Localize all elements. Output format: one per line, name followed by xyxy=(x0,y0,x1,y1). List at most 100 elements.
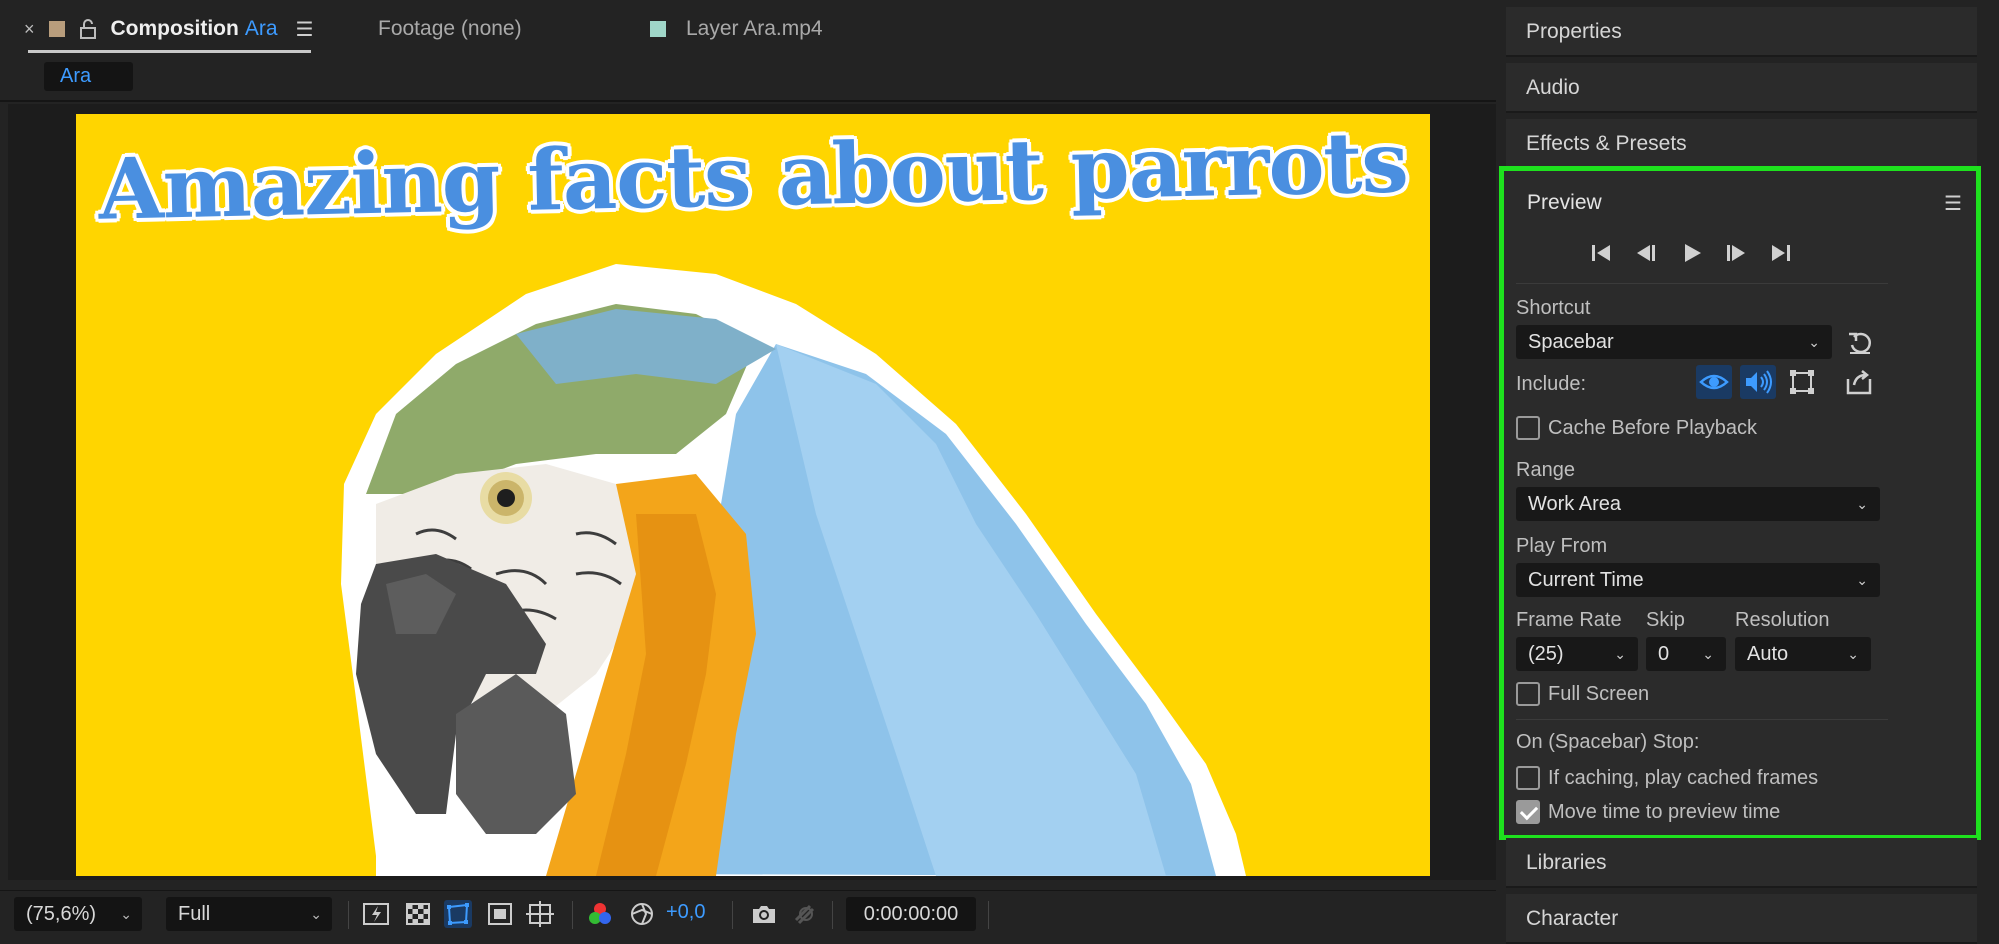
cache-before-playback-checkbox[interactable] xyxy=(1516,416,1540,440)
section-divider xyxy=(1516,283,1888,284)
resolution-dropdown[interactable]: Auto ⌄ xyxy=(1735,637,1871,671)
viewer-toolbar: (75,6%) ⌄ Full ⌄ +0,0 0:00:00:00 xyxy=(0,890,1496,938)
skip-value: 0 xyxy=(1658,643,1670,665)
tab-composition[interactable]: × Composition Ara ☰ xyxy=(24,14,313,44)
chevron-down-icon: ⌄ xyxy=(1808,334,1820,350)
full-screen-label: Full Screen xyxy=(1548,682,1650,705)
move-time-checkbox[interactable] xyxy=(1516,800,1540,824)
footage-tab-label: Footage (none) xyxy=(378,17,522,40)
skip-label: Skip xyxy=(1646,609,1685,631)
include-label: Include: xyxy=(1516,373,1587,395)
parrot-image xyxy=(341,264,1246,876)
toolbar-divider xyxy=(988,901,989,929)
channel-rgb-icon[interactable] xyxy=(586,900,614,928)
composition-tab-title: Composition xyxy=(110,17,239,40)
range-dropdown[interactable]: Work Area ⌄ xyxy=(1516,487,1880,521)
panel-header-properties[interactable]: Properties xyxy=(1506,7,1977,57)
first-frame-icon[interactable] xyxy=(1589,241,1613,265)
if-caching-row[interactable]: If caching, play cached frames xyxy=(1516,765,1818,791)
layer-color-label-icon xyxy=(650,21,666,37)
play-from-value: Current Time xyxy=(1528,569,1644,591)
toolbar-divider xyxy=(832,901,833,929)
include-video-toggle[interactable] xyxy=(1696,365,1732,399)
next-frame-icon[interactable] xyxy=(1724,241,1748,265)
chevron-down-icon: ⌄ xyxy=(1856,496,1868,512)
cache-before-playback-row[interactable]: Cache Before Playback xyxy=(1516,415,1757,441)
panel-header-effects-presets[interactable]: Effects & Presets xyxy=(1506,119,1977,169)
overlays-icon xyxy=(1790,370,1814,394)
chevron-down-icon: ⌄ xyxy=(1847,646,1859,662)
play-from-label: Play From xyxy=(1516,535,1608,557)
preview-panel-title[interactable]: Preview xyxy=(1527,191,1602,215)
skip-dropdown[interactable]: 0 ⌄ xyxy=(1646,637,1726,671)
section-divider xyxy=(1516,719,1888,720)
magnification-dropdown[interactable]: (75,6%) ⌄ xyxy=(14,897,142,931)
composition-tab-name: Ara xyxy=(244,17,278,40)
chevron-down-icon: ⌄ xyxy=(1614,646,1626,662)
composition-frame: Amazing facts about parrots xyxy=(76,114,1430,876)
composition-color-label-icon xyxy=(48,21,65,37)
preview-panel: Preview ☰ Shortcut Spacebar ⌄ Include: C… xyxy=(1499,166,1981,840)
include-audio-toggle[interactable] xyxy=(1740,365,1776,399)
chevron-down-icon: ⌄ xyxy=(310,906,322,922)
toolbar-divider xyxy=(732,901,733,929)
if-caching-checkbox[interactable] xyxy=(1516,766,1540,790)
speaker-icon xyxy=(1746,370,1772,394)
shortcut-value: Spacebar xyxy=(1528,331,1614,353)
breadcrumb-bar: Ara xyxy=(0,56,1496,102)
range-label: Range xyxy=(1516,459,1575,481)
close-tab-icon[interactable]: × xyxy=(24,19,35,40)
tab-footage[interactable]: Footage (none) xyxy=(378,14,522,44)
resolution-dropdown[interactable]: Full ⌄ xyxy=(166,897,332,931)
full-screen-row[interactable]: Full Screen xyxy=(1516,681,1649,707)
include-overlays-toggle[interactable] xyxy=(1784,365,1820,399)
fast-previews-icon[interactable] xyxy=(362,900,390,928)
toolbar-divider xyxy=(348,901,349,929)
resolution-value: Full xyxy=(178,903,211,925)
layer-tab-label: Layer Ara.mp4 xyxy=(686,17,823,40)
transparency-grid-icon[interactable] xyxy=(404,900,432,928)
shortcut-label: Shortcut xyxy=(1516,297,1591,319)
lock-icon[interactable] xyxy=(79,19,97,39)
panel-header-libraries[interactable]: Libraries xyxy=(1506,838,1977,888)
export-icon[interactable] xyxy=(1844,367,1874,397)
active-tab-underline xyxy=(28,50,311,53)
move-time-row[interactable]: Move time to preview time xyxy=(1516,799,1780,825)
chevron-down-icon: ⌄ xyxy=(1856,572,1868,588)
mask-path-visibility-icon[interactable] xyxy=(444,900,472,928)
reset-exposure-icon[interactable] xyxy=(628,900,656,928)
exposure-value[interactable]: +0,0 xyxy=(666,901,705,924)
play-from-dropdown[interactable]: Current Time ⌄ xyxy=(1516,563,1880,597)
magnification-value: (75,6%) xyxy=(26,903,97,925)
reset-shortcut-icon[interactable] xyxy=(1846,329,1874,357)
play-icon[interactable] xyxy=(1680,241,1704,265)
full-screen-checkbox[interactable] xyxy=(1516,682,1540,706)
eye-icon xyxy=(1699,374,1729,390)
if-caching-label: If caching, play cached frames xyxy=(1548,766,1819,789)
panel-menu-icon[interactable]: ☰ xyxy=(1944,191,1962,216)
panel-header-character[interactable]: Character xyxy=(1506,894,1977,944)
region-of-interest-icon[interactable] xyxy=(486,900,514,928)
composition-viewer[interactable]: Amazing facts about parrots xyxy=(8,104,1496,880)
show-snapshot-icon[interactable] xyxy=(790,900,818,928)
snapshot-camera-icon[interactable] xyxy=(750,900,778,928)
breadcrumb-composition[interactable]: Ara xyxy=(44,62,133,91)
tab-layer[interactable]: Layer Ara.mp4 xyxy=(650,14,823,44)
chevron-down-icon: ⌄ xyxy=(120,906,132,922)
current-time-display[interactable]: 0:00:00:00 xyxy=(846,897,976,931)
panel-header-audio[interactable]: Audio xyxy=(1506,63,1977,113)
shortcut-dropdown[interactable]: Spacebar ⌄ xyxy=(1516,325,1832,359)
previous-frame-icon[interactable] xyxy=(1634,241,1658,265)
preview-resolution-value: Auto xyxy=(1747,643,1789,665)
move-time-label: Move time to preview time xyxy=(1548,800,1781,823)
frame-rate-dropdown[interactable]: (25) ⌄ xyxy=(1516,637,1638,671)
last-frame-icon[interactable] xyxy=(1769,241,1793,265)
toolbar-divider xyxy=(572,901,573,929)
right-panel-stack: Properties Audio Effects & Presets Previ… xyxy=(1499,0,1999,944)
tab-bar: × Composition Ara ☰ Footage (none) Layer… xyxy=(0,0,1496,56)
resolution-label: Resolution xyxy=(1735,609,1830,631)
panel-menu-icon[interactable]: ☰ xyxy=(296,17,314,42)
on-stop-label: On (Spacebar) Stop: xyxy=(1516,731,1700,753)
cache-before-playback-label: Cache Before Playback xyxy=(1548,416,1758,439)
grid-guides-icon[interactable] xyxy=(526,900,554,928)
